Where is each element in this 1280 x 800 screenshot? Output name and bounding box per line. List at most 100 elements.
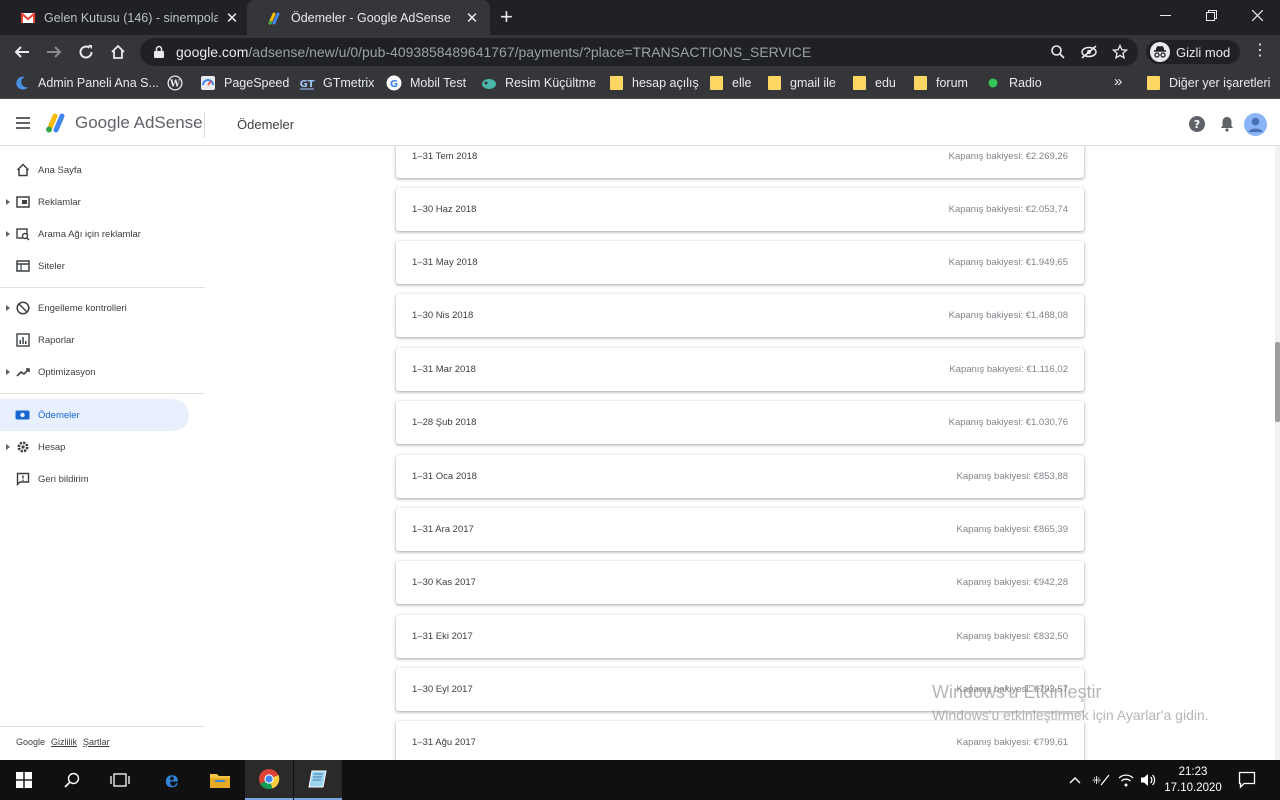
transaction-row[interactable]: 1–31 Tem 2018 Kapanış bakiyesi: €2.269,2… xyxy=(396,146,1084,178)
account-avatar-icon[interactable] xyxy=(1244,113,1267,136)
adsense-logo-icon xyxy=(46,113,65,133)
transaction-row[interactable]: 1–31 Oca 2018 Kapanış bakiyesi: €853,88 xyxy=(396,455,1084,498)
taskbar-chrome[interactable] xyxy=(245,760,293,800)
bookmark-gmail-ile[interactable]: gmail ile xyxy=(766,75,836,91)
sidebar-item-payments[interactable]: Ödemeler xyxy=(0,399,189,431)
task-view-icon xyxy=(110,773,130,787)
home-icon[interactable] xyxy=(106,40,130,64)
taskbar-edge[interactable]: e xyxy=(148,760,196,800)
page-scrollbar-thumb[interactable] xyxy=(1275,342,1280,422)
adsense-logo[interactable]: Google AdSense xyxy=(44,112,203,134)
forward-icon[interactable] xyxy=(42,40,66,64)
chevron-up-icon xyxy=(1069,777,1081,784)
help-icon[interactable]: ? xyxy=(1188,115,1206,133)
menu-icon[interactable] xyxy=(16,117,30,132)
tab-gmail[interactable]: Gelen Kutusu (146) - sinempolat ✕ xyxy=(0,0,250,35)
bookmark-wordpress[interactable]: W xyxy=(167,75,191,91)
adsense-icon xyxy=(268,12,280,24)
sidebar-item-feedback[interactable]: Geri bildirim xyxy=(0,463,189,495)
image-resize-icon xyxy=(481,75,497,91)
bookmark-edu[interactable]: edu xyxy=(851,75,896,91)
home-icon xyxy=(15,163,30,178)
page-scrollbar-track[interactable] xyxy=(1275,146,1280,760)
closing-balance: Kapanış bakiyesi: €942,28 xyxy=(956,577,1068,588)
close-tab-icon[interactable]: ✕ xyxy=(464,9,480,27)
network-status[interactable] xyxy=(1117,760,1135,800)
radio-dot-icon xyxy=(985,75,1001,91)
transaction-row[interactable]: 1–31 Ara 2017 Kapanış bakiyesi: €865,39 xyxy=(396,508,1084,551)
transaction-row[interactable]: 1–31 Eki 2017 Kapanış bakiyesi: €832,50 xyxy=(396,615,1084,658)
transaction-period: 1–30 Haz 2018 xyxy=(412,204,477,215)
close-window-icon[interactable] xyxy=(1234,0,1280,30)
action-center-button[interactable] xyxy=(1238,760,1256,800)
incognito-indicator[interactable]: Gizli mod xyxy=(1146,40,1241,64)
close-tab-icon[interactable]: ✕ xyxy=(224,9,240,27)
transactions-list: 1–31 Tem 2018 Kapanış bakiyesi: €2.269,2… xyxy=(205,146,1275,760)
incognito-label: Gizli mod xyxy=(1176,44,1231,60)
terms-link[interactable]: Şartlar xyxy=(83,737,110,747)
tracking-off-icon[interactable] xyxy=(1080,44,1098,60)
bookmark-hesap-acilis[interactable]: hesap açılış xyxy=(608,75,699,91)
volume-control[interactable] xyxy=(1140,760,1158,800)
bookmark-admin-paneli[interactable]: Admin Paneli Ana S... xyxy=(14,75,159,91)
transaction-period: 1–30 Kas 2017 xyxy=(412,577,476,588)
transaction-period: 1–31 Eki 2017 xyxy=(412,631,473,642)
input-language-indicator[interactable]: ⁜ xyxy=(1091,760,1111,800)
sidebar-item-account[interactable]: Hesap xyxy=(0,431,189,463)
sidebar-item-search-ads[interactable]: Arama Ağı için reklamlar xyxy=(0,218,189,250)
bookmark-other[interactable]: Diğer yer işaretleri xyxy=(1145,75,1270,91)
bookmark-forum[interactable]: forum xyxy=(912,75,968,91)
bookmark-mobil-test[interactable]: G Mobil Test xyxy=(386,75,466,91)
transaction-row[interactable]: 1–30 Haz 2018 Kapanış bakiyesi: €2.053,7… xyxy=(396,188,1084,231)
transaction-row[interactable]: 1–31 Ağu 2017 Kapanış bakiyesi: €799,61 xyxy=(396,721,1084,760)
transaction-row[interactable]: 1–30 Nis 2018 Kapanış bakiyesi: €1.488,0… xyxy=(396,294,1084,337)
task-view-button[interactable] xyxy=(96,760,144,800)
sidebar-item-home[interactable]: Ana Sayfa xyxy=(0,154,189,186)
bookmark-radio[interactable]: Radio xyxy=(985,75,1042,91)
taskbar-notepad-app[interactable] xyxy=(294,760,342,800)
bookmark-gtmetrix[interactable]: GT GTmetrix xyxy=(299,75,375,91)
start-button[interactable] xyxy=(0,760,48,800)
closing-balance: Kapanış bakiyesi: €1.949,65 xyxy=(948,257,1068,268)
taskbar-file-explorer[interactable] xyxy=(196,760,244,800)
sidebar: Ana Sayfa Reklamlar Arama Ağı için rekla… xyxy=(0,146,205,760)
restore-icon[interactable] xyxy=(1188,0,1234,30)
bookmark-star-icon[interactable] xyxy=(1112,44,1128,60)
bookmarks-overflow-button[interactable]: » xyxy=(1114,73,1122,90)
taskbar-clock[interactable]: 21:23 17.10.2020 xyxy=(1162,764,1224,796)
sidebar-footer: Google Gizlilik Şartlar xyxy=(0,726,205,757)
sidebar-item-ads[interactable]: Reklamlar xyxy=(0,186,189,218)
transaction-row[interactable]: 1–30 Kas 2017 Kapanış bakiyesi: €942,28 xyxy=(396,561,1084,604)
sidebar-item-reports[interactable]: Raporlar xyxy=(0,324,189,356)
sidebar-item-optimization[interactable]: Optimizasyon xyxy=(0,356,189,388)
windows-logo-icon xyxy=(16,772,32,788)
tab-title: Ödemeler - Google AdSense xyxy=(291,10,451,25)
sidebar-item-sites[interactable]: Siteler xyxy=(0,250,189,282)
transaction-row[interactable]: 1–28 Şub 2018 Kapanış bakiyesi: €1.030,7… xyxy=(396,401,1084,444)
transaction-period: 1–31 May 2018 xyxy=(412,257,478,268)
new-tab-button[interactable]: + xyxy=(500,6,513,28)
tab-adsense[interactable]: Ödemeler - Google AdSense ✕ xyxy=(247,0,490,35)
folder-icon xyxy=(766,75,782,91)
address-bar[interactable]: google.com/adsense/new/u/0/pub-409385848… xyxy=(140,38,1138,66)
logo-text: Google AdSense xyxy=(75,113,203,132)
bookmark-resim-kucultme[interactable]: Resim Küçültme xyxy=(481,75,596,91)
minimize-icon[interactable] xyxy=(1142,0,1188,30)
bookmark-elle[interactable]: elle xyxy=(708,75,751,91)
transaction-row[interactable]: 1–31 Mar 2018 Kapanış bakiyesi: €1.116,0… xyxy=(396,348,1084,391)
zoom-icon[interactable] xyxy=(1050,44,1066,60)
sidebar-item-blocking-controls[interactable]: Engelleme kontrolleri xyxy=(0,292,189,324)
bookmark-pagespeed[interactable]: PageSpeed xyxy=(200,75,289,91)
back-icon[interactable] xyxy=(10,40,34,64)
reload-icon[interactable] xyxy=(74,40,98,64)
activation-watermark-title: Windows'u Etkinleştir xyxy=(932,682,1102,702)
closing-balance: Kapanış bakiyesi: €1.116,02 xyxy=(949,364,1068,375)
browser-menu-icon[interactable]: ⋮ xyxy=(1252,43,1268,59)
notifications-bell-icon[interactable] xyxy=(1218,115,1236,133)
folder-icon xyxy=(608,75,624,91)
closing-balance: Kapanış bakiyesi: €799,61 xyxy=(956,737,1068,748)
transaction-row[interactable]: 1–31 May 2018 Kapanış bakiyesi: €1.949,6… xyxy=(396,241,1084,284)
search-button[interactable] xyxy=(48,760,96,800)
privacy-link[interactable]: Gizlilik xyxy=(51,737,77,747)
show-hidden-icons-button[interactable] xyxy=(1068,760,1082,800)
